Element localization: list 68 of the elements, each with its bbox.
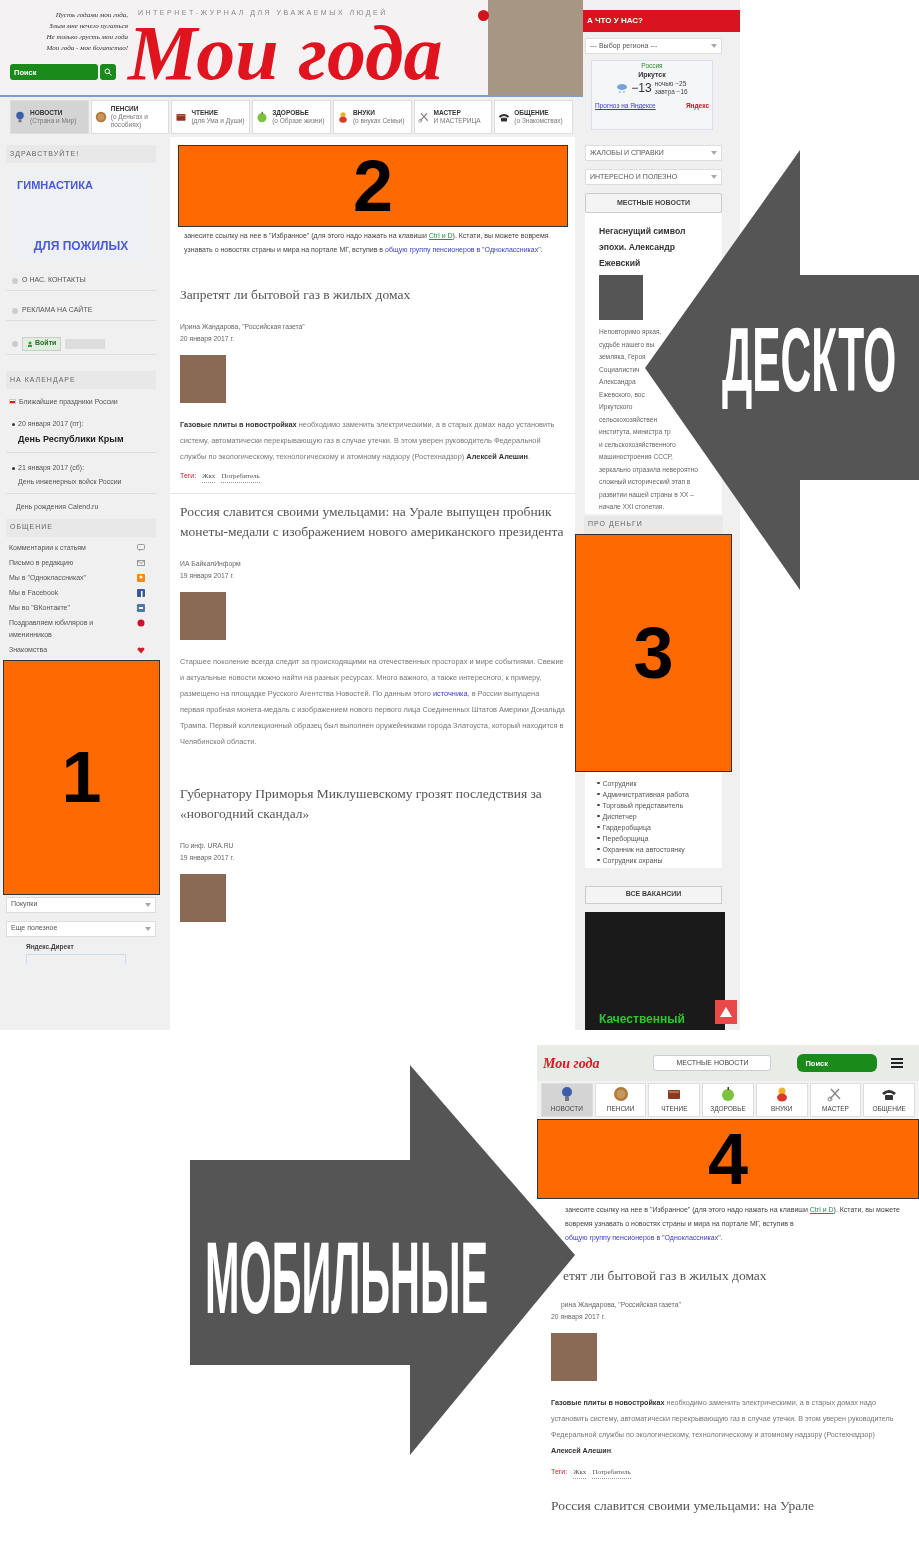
ad-banner[interactable]: Качественный (585, 911, 725, 1030)
dropdown-caret-icon (145, 902, 151, 907)
weather-temperature: −13 (631, 80, 652, 97)
article-title[interactable]: Запретят ли бытовой газ в жилых домах (180, 285, 565, 305)
vk-icon (137, 604, 145, 612)
search-button[interactable] (100, 64, 116, 80)
bullet-icon (12, 277, 18, 284)
sidebar-article-title[interactable]: Негаснущий символ эпохи. Александр Ежевский (599, 223, 699, 271)
dropdown-caret-icon (711, 175, 717, 179)
dropdown-caret-icon (711, 151, 717, 155)
bullet-icon (597, 847, 600, 851)
article-title[interactable]: етят ли бытовой газ в жилых домах (563, 1267, 767, 1285)
bullet-icon (597, 781, 600, 785)
search-icon (104, 68, 112, 76)
article-title[interactable]: Россия славится своими умельцами: на Урале выпущен пробник монеты-медали с изображением нового американского президента (180, 501, 565, 542)
globe-icon (14, 111, 26, 123)
doll-icon (336, 111, 349, 123)
user-icon (27, 340, 33, 347)
number-label: 1 (3, 659, 160, 895)
bullet-icon (597, 803, 600, 807)
photo-placeholder (180, 873, 226, 922)
phone-icon (498, 111, 511, 123)
bullet-icon (12, 340, 18, 347)
menu-icon[interactable] (891, 1057, 904, 1069)
bullet-icon (597, 814, 600, 818)
book-icon (175, 111, 188, 123)
number-label: 4 (537, 1119, 919, 1199)
flower-icon (137, 619, 145, 627)
bullet-icon (597, 792, 600, 796)
bullet-icon (12, 423, 15, 426)
article-title[interactable]: Губернатору Приморья Миклушевскому грозят последствия за «новогодний скандал» (180, 783, 565, 824)
age-badge-icon (478, 10, 489, 21)
event-name[interactable]: День Республики Крым (18, 431, 124, 448)
comment-icon (137, 544, 145, 552)
flag-icon (9, 399, 16, 404)
site-logo[interactable]: Мои года (543, 1052, 600, 1074)
bullet-icon (597, 825, 600, 829)
scissors-icon (827, 1086, 844, 1103)
heart-icon (137, 646, 145, 654)
bullet-icon (597, 858, 600, 862)
arrow-label: МОБИЛЬНЫЕ (205, 1219, 489, 1338)
scroll-top-button[interactable] (715, 1000, 737, 1024)
photo-placeholder (551, 1333, 597, 1381)
region-header: А ЧТО У НАС? (583, 10, 740, 32)
odnoklassniki-icon (137, 574, 145, 582)
scissors-icon (417, 111, 430, 123)
up-triangle-icon (720, 1007, 732, 1017)
dropdown-caret-icon (145, 926, 151, 931)
coin-icon (94, 111, 107, 123)
arrow-label: ДЕСКТО (722, 308, 897, 413)
photo-placeholder (180, 591, 226, 640)
site-logo[interactable]: Мои года (128, 16, 443, 89)
bullet-icon (12, 307, 18, 314)
facebook-icon (137, 589, 145, 597)
article-title[interactable]: Россия славится своими умельцами: на Урале (537, 1496, 919, 1515)
bullet-icon (12, 467, 15, 470)
mail-icon (137, 559, 145, 567)
cloud-snow-icon (616, 83, 629, 93)
coin-icon (612, 1086, 629, 1103)
photo-placeholder (180, 355, 226, 403)
photo-placeholder (599, 275, 643, 320)
bullet-icon (597, 836, 600, 840)
dropdown-caret-icon (711, 44, 717, 48)
apple-icon (256, 111, 269, 123)
gymnastics-banner[interactable]: ГИМНАСТИКА ДЛЯ ПОЖИЛЫХ (13, 171, 149, 261)
number-label: 2 (178, 145, 568, 227)
apple-icon (720, 1086, 736, 1103)
number-label: 3 (575, 533, 732, 772)
